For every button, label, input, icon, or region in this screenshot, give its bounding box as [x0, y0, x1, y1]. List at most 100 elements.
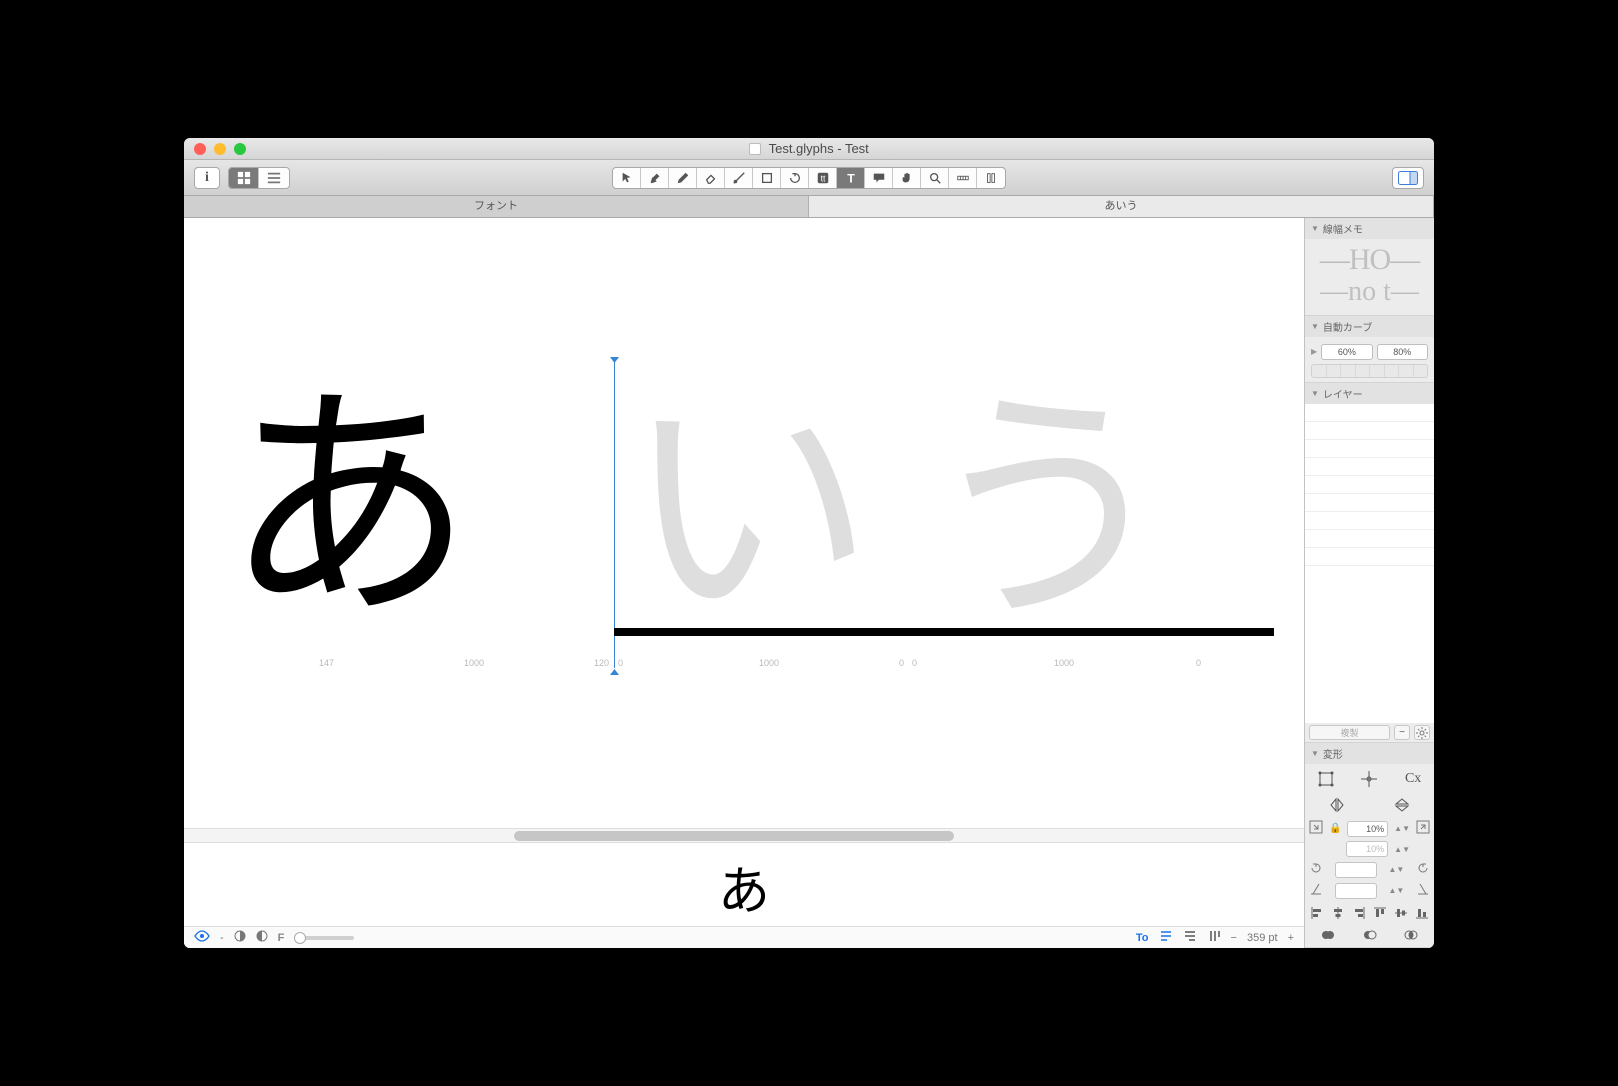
point-size-value[interactable]: 359 pt	[1247, 932, 1278, 944]
layer-row[interactable]	[1305, 422, 1434, 440]
grid-icon	[237, 171, 251, 185]
align-bottom-icon[interactable]	[1413, 905, 1430, 921]
content-area: あ い う 147 1000 120 0 1000	[184, 218, 1434, 948]
slant-left-icon[interactable]	[1309, 882, 1323, 899]
transform-section: ▼ 変形 Cx 🔒 10%	[1305, 743, 1434, 948]
baseline-indicator	[614, 628, 1274, 636]
layer-row[interactable]	[1305, 476, 1434, 494]
annotation-tool[interactable]	[865, 168, 893, 188]
rotate-stepper-icon[interactable]: ▲▼	[1388, 865, 1404, 874]
rotate-tool[interactable]	[781, 168, 809, 188]
select-tool[interactable]	[613, 168, 641, 188]
measurement-tool[interactable]	[949, 168, 977, 188]
center-origin-icon[interactable]	[1360, 770, 1378, 788]
layer-options-button[interactable]	[1414, 725, 1430, 740]
tab-font[interactable]: フォント	[184, 196, 809, 217]
grid-view-button[interactable]	[229, 168, 259, 188]
intersect-icon[interactable]	[1392, 927, 1430, 943]
expand-icon[interactable]: ▶	[1311, 347, 1317, 356]
scale-up-icon[interactable]	[1416, 820, 1430, 837]
zoom-in-button[interactable]: +	[1288, 932, 1294, 944]
layer-row[interactable]	[1305, 512, 1434, 530]
rotate-cw-icon[interactable]	[1416, 861, 1430, 878]
other-tool[interactable]	[977, 168, 1005, 188]
pen-tool[interactable]	[641, 168, 669, 188]
preview-size-slider[interactable]	[294, 936, 354, 940]
align-vcenter-icon[interactable]	[1392, 905, 1409, 921]
glyph-cell-2[interactable]: い	[614, 353, 914, 663]
primitive-tool[interactable]	[753, 168, 781, 188]
app-window: Test.glyphs - Test i	[184, 138, 1434, 948]
knife-tool[interactable]	[725, 168, 753, 188]
layers-header[interactable]: ▼ レイヤー	[1305, 383, 1434, 404]
zoom-out-button[interactable]: −	[1231, 932, 1237, 944]
kerning-mode-button[interactable]: To	[1136, 932, 1149, 944]
flip-vertical-icon[interactable]	[1393, 796, 1411, 814]
auto-curve-header[interactable]: ▼ 自動カーブ	[1305, 316, 1434, 337]
edit-canvas[interactable]: あ い う 147 1000 120 0 1000	[184, 218, 1304, 828]
rotate-input[interactable]	[1335, 862, 1377, 878]
glyph-cell-3[interactable]: う	[914, 353, 1214, 663]
slant-stepper-icon[interactable]: ▲▼	[1388, 886, 1404, 895]
slant-input[interactable]	[1335, 883, 1377, 899]
vertical-icon[interactable]	[1207, 929, 1221, 946]
trueype-tool[interactable]: tt	[809, 168, 837, 188]
align-right-icon[interactable]	[1351, 905, 1368, 921]
text-direction-icon[interactable]	[1159, 929, 1173, 946]
layers-section: ▼ レイヤー 複製 −	[1305, 383, 1434, 743]
align-top-icon[interactable]	[1371, 905, 1388, 921]
layer-row[interactable]	[1305, 458, 1434, 476]
bbox-origin-icon[interactable]	[1317, 770, 1335, 788]
layer-row[interactable]	[1305, 404, 1434, 422]
layer-row[interactable]	[1305, 548, 1434, 566]
align-left-icon[interactable]	[1309, 905, 1326, 921]
tab-edit[interactable]: あいう	[809, 196, 1434, 217]
toggle-sidebar-button[interactable]	[1392, 167, 1424, 189]
slider-knob[interactable]	[294, 932, 306, 944]
curve-high-input[interactable]: 80%	[1377, 344, 1428, 360]
horizontal-scrollbar[interactable]	[184, 828, 1304, 842]
duplicate-layer-button[interactable]: 複製	[1309, 725, 1390, 740]
scale-y-stepper-icon[interactable]: ▲▼	[1394, 845, 1410, 854]
footer-f-label[interactable]: F	[278, 932, 285, 944]
rtl-icon[interactable]	[1183, 929, 1197, 946]
hand-tool[interactable]	[893, 168, 921, 188]
glyph-cell-1[interactable]: あ	[214, 353, 514, 663]
zoom-tool[interactable]	[921, 168, 949, 188]
curve-presets[interactable]	[1311, 364, 1428, 378]
metric-rsb-1: 120	[594, 658, 609, 668]
list-view-button[interactable]	[259, 168, 289, 188]
scale-stepper-icon[interactable]: ▲▼	[1394, 824, 1410, 833]
layers-list[interactable]	[1305, 404, 1434, 723]
layer-row[interactable]	[1305, 494, 1434, 512]
capheight-origin-icon[interactable]: Cx	[1404, 770, 1422, 788]
remove-layer-button[interactable]: −	[1394, 725, 1410, 740]
info-button[interactable]: i	[194, 167, 220, 189]
disclosure-icon: ▼	[1311, 389, 1319, 398]
union-icon[interactable]	[1309, 927, 1347, 943]
rotate-ccw-icon[interactable]	[1309, 861, 1323, 878]
curve-low-input[interactable]: 60%	[1321, 344, 1372, 360]
layer-row[interactable]	[1305, 440, 1434, 458]
slant-right-icon[interactable]	[1416, 882, 1430, 899]
scale-x-input[interactable]: 10%	[1347, 821, 1388, 837]
align-hcenter-icon[interactable]	[1330, 905, 1347, 921]
flip-horizontal-icon[interactable]	[1328, 796, 1346, 814]
view-mode-toggle	[228, 167, 290, 189]
stroke-memo-header[interactable]: ▼ 線幅メモ	[1305, 218, 1434, 239]
half-circle-icon[interactable]	[256, 930, 268, 945]
erase-tool[interactable]	[697, 168, 725, 188]
transform-header[interactable]: ▼ 変形	[1305, 743, 1434, 764]
scale-y-input[interactable]: 10%	[1346, 841, 1388, 857]
lock-icon[interactable]: 🔒	[1329, 823, 1341, 834]
text-tool[interactable]: T	[837, 168, 865, 188]
contrast-icon[interactable]	[234, 930, 246, 945]
subtract-icon[interactable]	[1351, 927, 1389, 943]
scale-down-icon[interactable]	[1309, 820, 1323, 837]
scrollbar-thumb[interactable]	[514, 831, 954, 841]
eye-icon[interactable]	[194, 930, 210, 945]
layer-row[interactable]	[1305, 530, 1434, 548]
footer-dash: -	[220, 932, 224, 944]
metric-rsb-2: 0	[899, 658, 904, 668]
pencil-tool[interactable]	[669, 168, 697, 188]
